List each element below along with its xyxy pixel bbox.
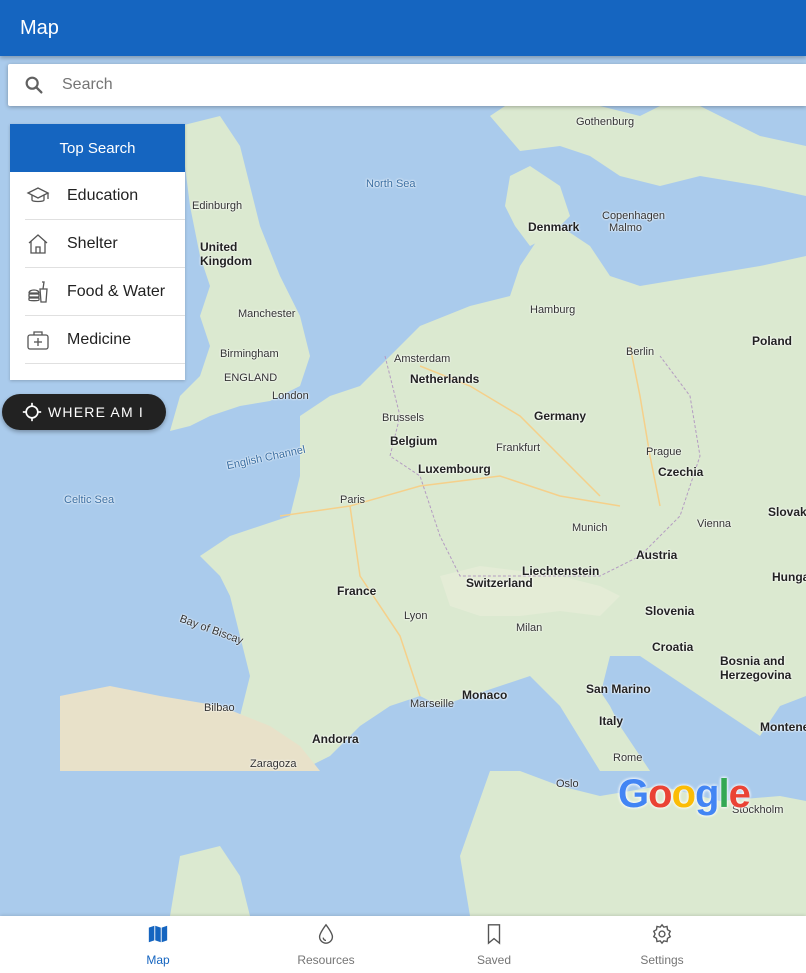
map-label-gothenburg: Gothenburg bbox=[576, 116, 635, 128]
top-search-item-medicine[interactable]: Medicine bbox=[25, 316, 185, 364]
nav-label: Resources bbox=[297, 952, 355, 967]
map-label-croatia: Croatia bbox=[652, 640, 694, 654]
map-label-hungary: Hungary bbox=[772, 570, 806, 584]
nav-settings[interactable]: Settings bbox=[578, 916, 746, 973]
map-label-germany: Germany bbox=[534, 409, 587, 423]
top-search-item-label: Food & Water bbox=[67, 282, 166, 300]
top-search-item-label: Education bbox=[67, 186, 139, 204]
map-label-austria: Austria bbox=[636, 548, 678, 562]
top-search-item-label: Shelter bbox=[67, 234, 118, 252]
where-am-i-label: WHERE AM I bbox=[48, 404, 145, 420]
top-search-item-education[interactable]: Education bbox=[25, 172, 185, 220]
map-label-england: ENGLAND bbox=[224, 372, 278, 384]
map-label-milan: Milan bbox=[516, 622, 543, 634]
map-label-czechia: Czechia bbox=[658, 465, 704, 479]
top-search-header: Top Search bbox=[10, 124, 185, 172]
search-icon[interactable] bbox=[8, 74, 60, 96]
map-label-belgium: Belgium bbox=[390, 434, 438, 448]
top-search-item-food-water[interactable]: Food & Water bbox=[25, 268, 185, 316]
map-label-celtic-sea: Celtic Sea bbox=[64, 494, 115, 506]
graduation-cap-icon bbox=[25, 183, 51, 209]
bookmark-icon bbox=[483, 923, 505, 950]
gear-icon bbox=[651, 923, 673, 950]
map-label-andorra: Andorra bbox=[312, 732, 359, 746]
map-label-bosnia: Bosnia and Herzegovina bbox=[720, 654, 792, 682]
map-label-united-kingdom: United Kingdom bbox=[200, 240, 252, 268]
map-label-switzerland: Switzerland bbox=[466, 576, 533, 590]
map-label-san-marino: San Marino bbox=[586, 682, 651, 696]
top-search-item-shelter[interactable]: Shelter bbox=[25, 220, 185, 268]
search-bar bbox=[8, 64, 806, 106]
bottom-navigation: Map Resources Saved Settings bbox=[0, 916, 806, 973]
map-label-north-sea: North Sea bbox=[366, 178, 416, 190]
map-label-london: London bbox=[272, 390, 309, 402]
map-label-netherlands: Netherlands bbox=[410, 372, 480, 386]
water-drop-icon bbox=[315, 923, 337, 950]
nav-label: Settings bbox=[640, 952, 684, 967]
map-label-munich: Munich bbox=[572, 522, 608, 534]
map-label-manchester: Manchester bbox=[238, 308, 296, 320]
map-label-vienna: Vienna bbox=[697, 518, 732, 530]
house-icon bbox=[25, 231, 51, 257]
where-am-i-button[interactable]: WHERE AM I bbox=[2, 394, 166, 430]
map-label-copenhagen: Copenhagen bbox=[602, 210, 666, 222]
map-label-edinburgh: Edinburgh bbox=[192, 200, 243, 212]
food-icon bbox=[25, 279, 51, 305]
map-label-liechtenstein: Liechtenstein bbox=[522, 564, 600, 578]
map-label-marseille: Marseille bbox=[410, 698, 455, 710]
crosshair-icon bbox=[22, 402, 42, 422]
map-label-bilbao: Bilbao bbox=[204, 702, 235, 714]
map-label-slovakia: Slovakia bbox=[768, 505, 806, 519]
medical-kit-icon bbox=[25, 327, 51, 353]
app-bar: Map bbox=[0, 0, 806, 56]
map-label-poland: Poland bbox=[752, 334, 793, 348]
top-search-item-label: Medicine bbox=[67, 330, 132, 348]
google-logo: Google bbox=[618, 772, 751, 816]
map-label-birmingham: Birmingham bbox=[220, 348, 279, 360]
map-label-slovenia: Slovenia bbox=[645, 604, 695, 618]
nav-label: Saved bbox=[476, 952, 512, 967]
map-label-italy: Italy bbox=[599, 714, 624, 728]
map-label-rome: Rome bbox=[613, 752, 643, 764]
map-label-montenegro: Montenegro bbox=[760, 720, 806, 734]
map-label-france: France bbox=[337, 584, 377, 598]
nav-saved[interactable]: Saved bbox=[410, 916, 578, 973]
nav-resources[interactable]: Resources bbox=[242, 916, 410, 973]
map-label-lyon: Lyon bbox=[404, 610, 428, 622]
map-label-zaragoza: Zaragoza bbox=[250, 758, 297, 770]
map-label-frankfurt: Frankfurt bbox=[496, 442, 541, 454]
map-label-oslo: Oslo bbox=[556, 778, 579, 790]
nav-map[interactable]: Map bbox=[74, 916, 242, 973]
map-label-paris: Paris bbox=[340, 494, 366, 506]
map-label-amsterdam: Amsterdam bbox=[394, 353, 451, 365]
map-label-berlin: Berlin bbox=[626, 346, 655, 358]
map-label-monaco: Monaco bbox=[462, 688, 508, 702]
map-label-malmo: Malmo bbox=[609, 222, 643, 234]
search-input[interactable] bbox=[60, 75, 764, 95]
map-label-denmark: Denmark bbox=[528, 220, 580, 234]
map-label-hamburg: Hamburg bbox=[530, 304, 576, 316]
nav-label: Map bbox=[146, 952, 170, 967]
map-icon bbox=[147, 923, 169, 950]
map-label-brussels: Brussels bbox=[382, 412, 425, 424]
page-title: Map bbox=[20, 16, 59, 39]
map-label-luxembourg: Luxembourg bbox=[418, 462, 491, 476]
map-label-prague: Prague bbox=[646, 446, 682, 458]
top-search-panel: Top Search Education Shelter Food & Wate… bbox=[10, 124, 185, 380]
